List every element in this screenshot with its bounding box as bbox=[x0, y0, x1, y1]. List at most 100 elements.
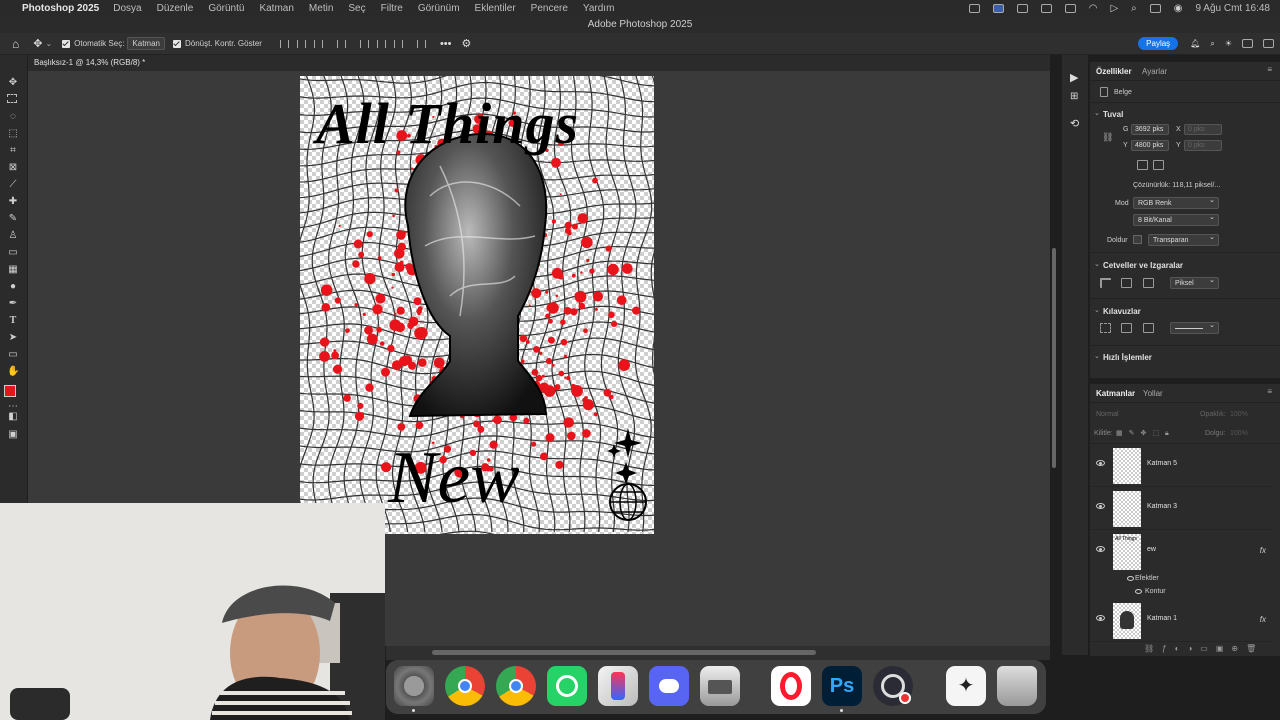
eraser-tool-icon[interactable]: ▭ bbox=[7, 247, 19, 258]
layer-name[interactable]: Katman 5 bbox=[1147, 460, 1177, 467]
blend-mode-select[interactable]: Normal bbox=[1096, 411, 1119, 418]
canvas-vertical-scrollbar[interactable] bbox=[1052, 248, 1056, 468]
align-bottom-icon[interactable] bbox=[393, 39, 403, 48]
grid-icon[interactable] bbox=[1121, 278, 1132, 288]
type-tool-icon[interactable]: T bbox=[7, 315, 19, 326]
layer-row[interactable]: Katman 1 fx bbox=[1090, 600, 1274, 642]
search-icon[interactable]: ⌕ bbox=[1131, 3, 1137, 14]
ruler-unit-select[interactable]: Piksel bbox=[1170, 276, 1219, 289]
object-select-tool-icon[interactable]: ⬚ bbox=[7, 128, 19, 139]
menu-filter[interactable]: Filtre bbox=[381, 3, 403, 14]
align-middle-icon[interactable] bbox=[376, 39, 386, 48]
panel-menu-icon[interactable]: ≡ bbox=[1267, 387, 1272, 396]
stroke-eye-icon[interactable] bbox=[1135, 589, 1142, 594]
guides-icon[interactable] bbox=[1100, 323, 1111, 333]
ruler-icon[interactable] bbox=[1100, 278, 1111, 288]
menu-layer[interactable]: Katman bbox=[259, 3, 293, 14]
layer-actions-bar[interactable]: ⛓ƒ◐◑▭▣⊕🗑︎ bbox=[1144, 644, 1274, 654]
canvas-horizontal-scrollbar[interactable] bbox=[432, 650, 816, 655]
mode-select[interactable]: RGB Renk bbox=[1133, 196, 1219, 209]
crop-tool-icon[interactable]: ⌗ bbox=[7, 145, 19, 156]
status-pen-icon[interactable] bbox=[1040, 3, 1052, 13]
width-field[interactable]: 3692 pks bbox=[1131, 124, 1169, 135]
siri-icon[interactable]: ◉ bbox=[1174, 3, 1183, 14]
menu-type[interactable]: Metin bbox=[309, 3, 333, 14]
workspace-icon[interactable] bbox=[1242, 39, 1253, 48]
pixel-grid-icon[interactable] bbox=[1143, 278, 1154, 288]
more-options-icon[interactable]: ••• bbox=[440, 38, 452, 50]
system-settings-icon[interactable] bbox=[394, 666, 434, 712]
search-icon[interactable]: ⌕ bbox=[1210, 39, 1214, 49]
align-top-icon[interactable] bbox=[359, 39, 369, 48]
menu-app-name[interactable]: Photoshop 2025 bbox=[22, 3, 99, 14]
align-right-icon[interactable] bbox=[313, 39, 323, 48]
menu-file[interactable]: Dosya bbox=[113, 3, 141, 14]
chevron-down-icon[interactable]: ⌄ bbox=[1094, 109, 1100, 117]
hand-tool-icon[interactable]: ✋ bbox=[7, 366, 19, 377]
discord-icon[interactable] bbox=[649, 666, 689, 706]
y-field[interactable]: 0 pks bbox=[1184, 140, 1222, 151]
share-button[interactable]: Paylaş bbox=[1138, 37, 1179, 50]
fill-select[interactable]: Transparan bbox=[1148, 233, 1219, 246]
bell-icon[interactable]: 🔔︎ bbox=[1190, 39, 1200, 48]
bit-depth-select[interactable]: 8 Bit/Kanal bbox=[1133, 213, 1219, 226]
status-screen-icon[interactable] bbox=[992, 3, 1004, 13]
panel-menu-icon[interactable]: ≡ bbox=[1267, 65, 1272, 74]
wifi-icon[interactable]: ◠ bbox=[1089, 3, 1098, 14]
status-record-icon[interactable] bbox=[968, 3, 980, 13]
tab-adjustments[interactable]: Ayarlar bbox=[1142, 67, 1167, 76]
opera-icon[interactable] bbox=[771, 666, 811, 706]
menubar-clock[interactable]: 9 Ağu Cmt 16:48 bbox=[1196, 3, 1271, 14]
status-display-icon[interactable] bbox=[1064, 3, 1076, 13]
menu-view[interactable]: Görünüm bbox=[418, 3, 460, 14]
path-select-tool-icon[interactable]: ➤ bbox=[7, 332, 19, 343]
tab-paths[interactable]: Yollar bbox=[1143, 389, 1163, 398]
screen-mode-icon[interactable]: ▣ bbox=[7, 429, 19, 440]
healing-tool-icon[interactable]: ✚ bbox=[7, 196, 19, 207]
gear-icon[interactable]: ⚙ bbox=[462, 37, 472, 50]
guides-section-title[interactable]: Kılavuzlar bbox=[1103, 307, 1141, 316]
layer-row[interactable]: Katman 5 bbox=[1090, 445, 1274, 487]
layer-name[interactable]: Katman 1 bbox=[1147, 615, 1177, 622]
document-canvas[interactable]: All Things New bbox=[300, 76, 654, 534]
chrome-profile-icon[interactable] bbox=[496, 666, 536, 706]
opacity-value[interactable]: 100% bbox=[1230, 411, 1248, 418]
menu-plugins[interactable]: Eklentiler bbox=[475, 3, 516, 14]
visibility-eye-icon[interactable] bbox=[1096, 546, 1105, 552]
photoshop-icon[interactable]: Ps bbox=[822, 666, 862, 712]
chevron-down-icon[interactable]: ⌄ bbox=[1094, 352, 1100, 360]
landscape-orientation-icon[interactable] bbox=[1153, 160, 1164, 170]
align-left-icon[interactable] bbox=[279, 39, 289, 48]
distribute-v-icon[interactable] bbox=[416, 39, 426, 48]
link-icon[interactable]: ⛓ bbox=[1102, 132, 1113, 143]
ai-sparkle-app-icon[interactable]: ✦ bbox=[946, 666, 986, 706]
dodge-tool-icon[interactable]: ● bbox=[7, 281, 19, 292]
lock-icons[interactable]: ▦✎✥⬚🔒︎ bbox=[1116, 429, 1175, 438]
guide-style-select[interactable] bbox=[1170, 321, 1219, 334]
eyedropper-tool-icon[interactable]: ⟋ bbox=[7, 179, 19, 190]
actions-panel-icon[interactable]: ⊞ bbox=[1070, 91, 1078, 102]
chevron-down-icon[interactable]: ⌄ bbox=[45, 39, 52, 48]
layer-row[interactable]: All Things ew fx bbox=[1090, 531, 1274, 573]
lasso-tool-icon[interactable]: ◌ bbox=[7, 111, 19, 122]
frame-tool-icon[interactable]: ⊠ bbox=[7, 162, 19, 173]
obs-icon[interactable] bbox=[873, 666, 913, 706]
distribute-h-icon[interactable] bbox=[336, 39, 346, 48]
layer-effects-badge[interactable]: fx bbox=[1260, 615, 1266, 624]
visibility-eye-icon[interactable] bbox=[1096, 615, 1105, 621]
menu-image[interactable]: Görüntü bbox=[208, 3, 244, 14]
chrome-icon[interactable] bbox=[445, 666, 485, 706]
rectangle-tool-icon[interactable]: ▭ bbox=[7, 349, 19, 360]
tab-properties[interactable]: Özellikler bbox=[1096, 67, 1132, 76]
menu-window[interactable]: Pencere bbox=[531, 3, 568, 14]
move-tool-icon[interactable]: ✥ bbox=[7, 77, 19, 88]
smart-guides-icon[interactable] bbox=[1143, 323, 1154, 333]
auto-select-dropdown[interactable]: Katman bbox=[127, 37, 165, 50]
status-cloud-icon[interactable] bbox=[1016, 3, 1028, 13]
rulers-section-title[interactable]: Cetveller ve Izgaralar bbox=[1103, 261, 1183, 270]
align-center-icon[interactable] bbox=[296, 39, 306, 48]
tab-layers[interactable]: Katmanlar bbox=[1096, 389, 1135, 398]
visibility-eye-icon[interactable] bbox=[1096, 460, 1105, 466]
guide-layout-icon[interactable] bbox=[1121, 323, 1132, 333]
canvas-section-title[interactable]: Tuval bbox=[1103, 110, 1123, 119]
